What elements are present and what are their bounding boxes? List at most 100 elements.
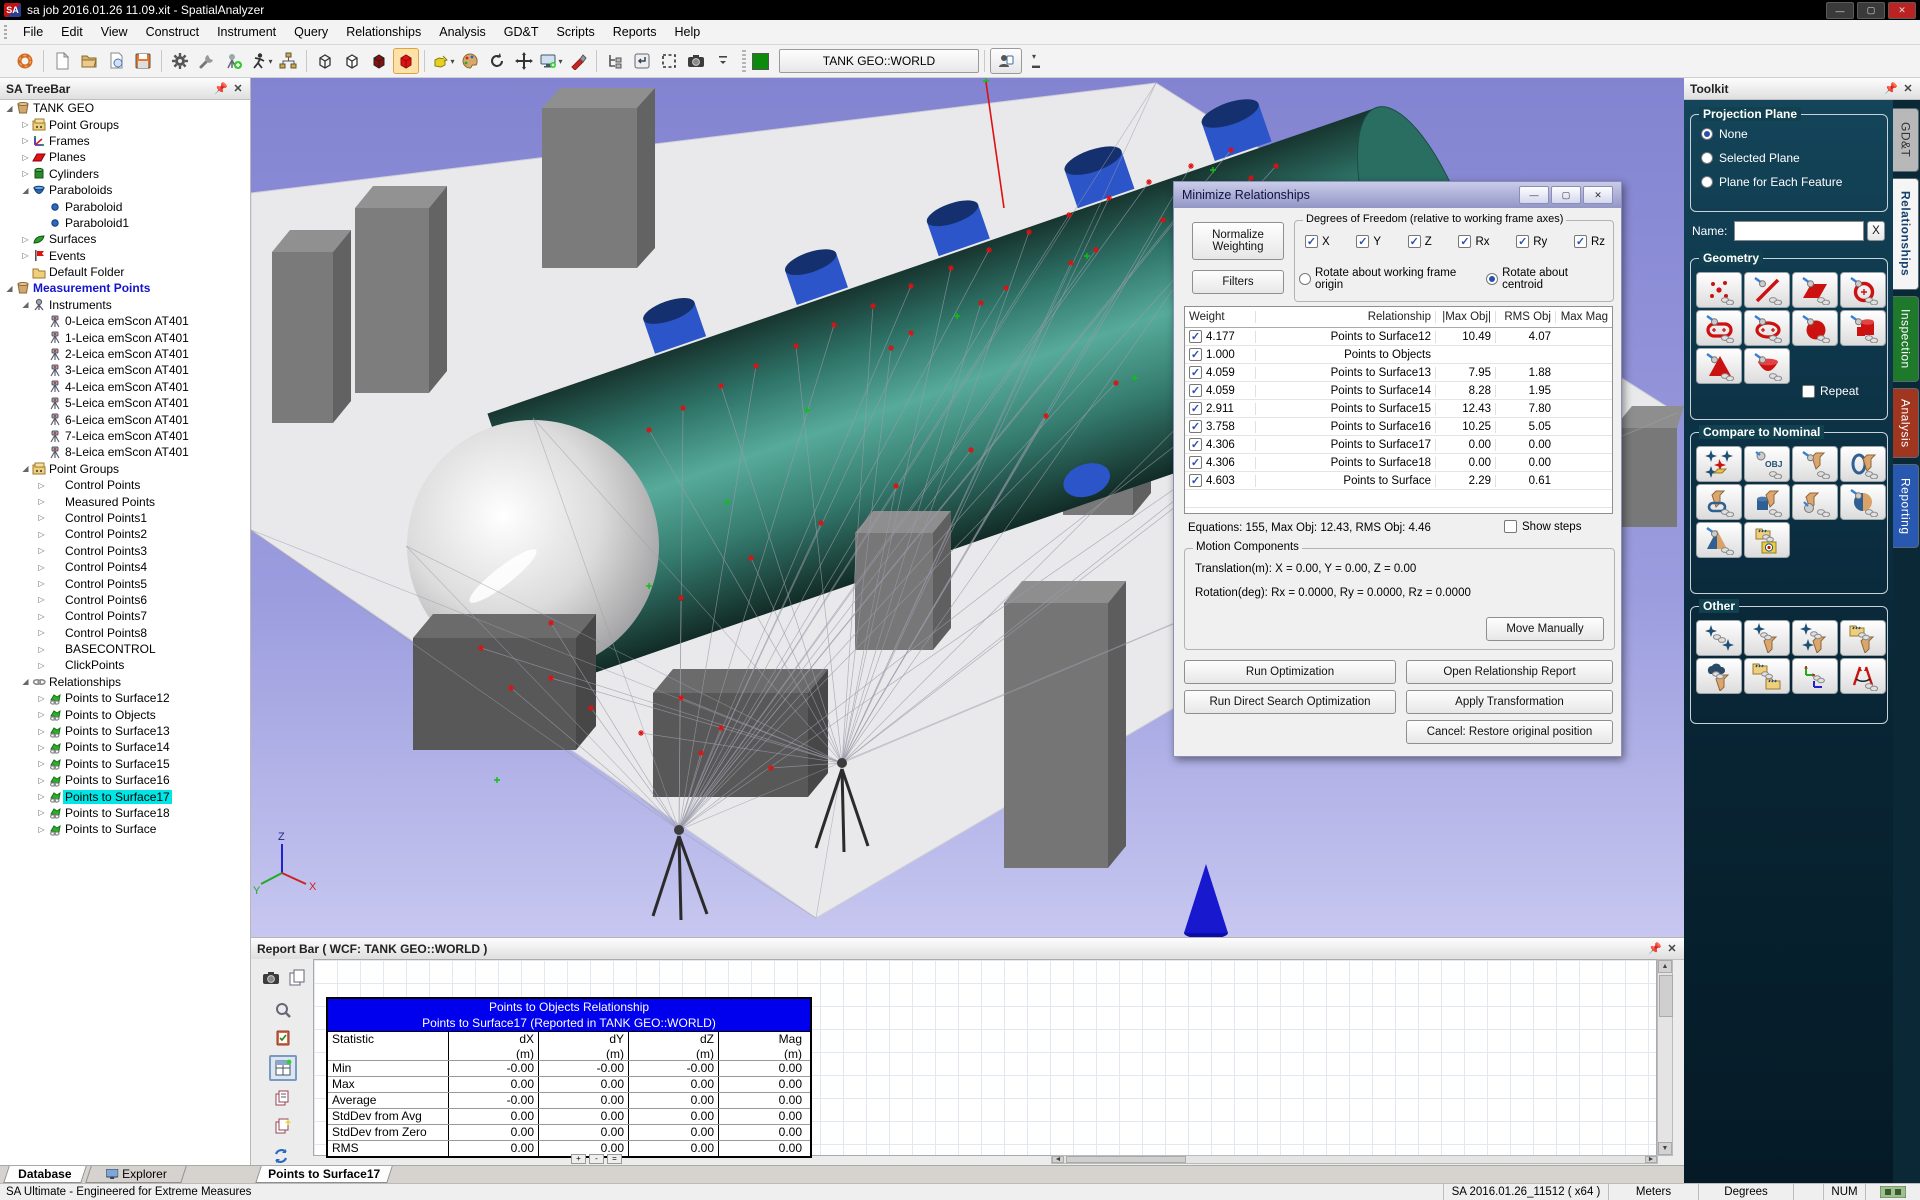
fit-circle-button[interactable] — [1840, 272, 1886, 308]
addinst-toolbar-button[interactable] — [221, 48, 247, 74]
zoomfit-toolbar-button[interactable]: ▾ — [430, 48, 456, 74]
menu-gdt[interactable]: GD&T — [495, 21, 548, 43]
tree-item-point-groups[interactable]: ▷Point Groups — [0, 116, 250, 132]
tree-expand-arrow[interactable]: ▷ — [36, 792, 47, 801]
tree-item-8-leica-emscon-at401[interactable]: 8-Leica emScon AT401 — [0, 444, 250, 460]
wrench-toolbar-button[interactable] — [194, 48, 220, 74]
tree-item-points-to-surface17[interactable]: ▷Points to Surface17 — [0, 788, 250, 804]
points-to-surface-rel-button[interactable] — [1792, 620, 1838, 656]
fit-points-button[interactable] — [1696, 272, 1742, 308]
user-profile-button[interactable] — [990, 48, 1022, 74]
sphere-to-nominal-button[interactable] — [1840, 484, 1886, 520]
circle-to-nominal-button[interactable] — [1840, 446, 1886, 482]
tree-item-points-to-objects[interactable]: ▷Points to Objects — [0, 706, 250, 722]
tree-item-4-leica-emscon-at401[interactable]: 4-Leica emScon AT401 — [0, 379, 250, 395]
gear-toolbar-button[interactable] — [167, 48, 193, 74]
tree-item-0-leica-emscon-at401[interactable]: 0-Leica emScon AT401 — [0, 313, 250, 329]
projection-selected-plane-radio-row[interactable]: Selected Plane — [1701, 151, 1800, 165]
tree-item-basecontrol[interactable]: ▷BASECONTROL — [0, 641, 250, 657]
weight-table-row[interactable]: ✓4.306Points to Surface170.000.00 — [1185, 436, 1612, 454]
fit-cone-button[interactable] — [1696, 348, 1742, 384]
tree-expand-arrow[interactable]: ▷ — [36, 579, 47, 588]
frame-to-frame-rel-button[interactable] — [1792, 658, 1838, 694]
pan-toolbar-button[interactable] — [511, 48, 537, 74]
toolkit-tab-analysis[interactable]: Analysis — [1893, 388, 1919, 458]
status-angles[interactable]: Degrees — [1698, 1184, 1793, 1200]
menu-view[interactable]: View — [92, 21, 137, 43]
rotate-centroid-radio[interactable] — [1486, 273, 1498, 285]
tree-expand-arrow[interactable]: ▷ — [36, 727, 47, 736]
tree-expand-arrow[interactable]: ▷ — [36, 481, 47, 490]
tree-item-control-points6[interactable]: ▷Control Points6 — [0, 592, 250, 608]
maximize-window-button[interactable]: ▢ — [1857, 2, 1885, 19]
dof-y-row[interactable]: ✓Y — [1356, 235, 1381, 248]
tree-expand-arrow[interactable]: ▷ — [20, 235, 31, 244]
tree-expand-arrow[interactable]: ▷ — [36, 776, 47, 785]
cubewire-toolbar-button[interactable] — [312, 48, 338, 74]
menu-edit[interactable]: Edit — [52, 21, 92, 43]
group-to-surface-rel-button[interactable] — [1840, 620, 1886, 656]
move-manually-button[interactable]: Move Manually — [1486, 617, 1604, 641]
tree-item-planes[interactable]: ▷Planes — [0, 149, 250, 165]
fit-line-button[interactable] — [1744, 272, 1790, 308]
tree-item-paraboloids[interactable]: ◢Paraboloids — [0, 182, 250, 198]
tab-explorer[interactable]: Explorer — [85, 1166, 187, 1183]
weight-table-row[interactable]: ✓2.911Points to Surface1512.437.80 — [1185, 400, 1612, 418]
tree-item-points-to-surface16[interactable]: ▷Points to Surface16 — [0, 772, 250, 788]
working-frame-combo[interactable]: TANK GEO::WORLD — [779, 49, 979, 73]
display-toolbar-button[interactable]: ▾ — [538, 48, 564, 74]
points-to-surface-button[interactable] — [1792, 446, 1838, 482]
minimize-window-button[interactable]: — — [1826, 2, 1854, 19]
report-camera-button[interactable] — [259, 967, 283, 989]
tree-item-6-leica-emscon-at401[interactable]: 6-Leica emScon AT401 — [0, 411, 250, 427]
dof-rz-checkbox[interactable]: ✓ — [1574, 235, 1587, 248]
dialog-close-button[interactable]: ✕ — [1583, 186, 1613, 204]
dialog-minimize-button[interactable]: — — [1519, 186, 1549, 204]
compare-points-to-points-button[interactable] — [1696, 446, 1742, 482]
name-input[interactable] — [1734, 221, 1864, 241]
vector-angle-rel-button[interactable] — [1840, 658, 1886, 694]
tree-item-5-leica-emscon-at401[interactable]: 5-Leica emScon AT401 — [0, 395, 250, 411]
tree-expand-arrow[interactable]: ◢ — [20, 464, 31, 473]
rotate-toolbar-button[interactable] — [484, 48, 510, 74]
tree-expand-arrow[interactable]: ◢ — [20, 677, 31, 686]
weight-table-row[interactable]: ✓4.059Points to Surface148.281.95 — [1185, 382, 1612, 400]
fit-cylinder-button[interactable] — [1840, 310, 1886, 346]
relationship-enabled-checkbox[interactable]: ✓ — [1189, 474, 1202, 487]
report-canvas[interactable]: Points to Objects Relationship Points to… — [313, 959, 1657, 1156]
tree-expand-arrow[interactable]: ▷ — [36, 694, 47, 703]
tree-item-point-groups[interactable]: ◢Point Groups — [0, 461, 250, 477]
relationship-enabled-checkbox[interactable]: ✓ — [1189, 420, 1202, 433]
fit-sphere-button[interactable] — [1792, 310, 1838, 346]
tree-expand-arrow[interactable]: ▷ — [36, 710, 47, 719]
repeat-checkbox-row[interactable]: Repeat — [1802, 384, 1859, 398]
run-optimization-button[interactable]: Run Optimization — [1184, 660, 1396, 684]
close-window-button[interactable]: ✕ — [1888, 2, 1916, 19]
tree-item-events[interactable]: ▷Events — [0, 248, 250, 264]
tree-item-relationships[interactable]: ◢Relationships — [0, 674, 250, 690]
cloud-to-surface-rel-button[interactable] — [1696, 658, 1742, 694]
tree-item-control-points4[interactable]: ▷Control Points4 — [0, 559, 250, 575]
toolbar-overflow[interactable]: ▾▬ — [1023, 48, 1049, 74]
report-copy-button[interactable] — [285, 967, 309, 989]
weight-table-row[interactable]: ✓1.000Points to Objects — [1185, 346, 1612, 364]
tree-expand-arrow[interactable]: ▷ — [36, 546, 47, 555]
weight-table-row[interactable]: ✓4.059Points to Surface137.951.88 — [1185, 364, 1612, 382]
treebar-pin-icon[interactable]: 📌 — [214, 82, 226, 95]
normalize-weighting-button[interactable]: Normalize Weighting — [1192, 222, 1284, 260]
toolkit-tab-reporting[interactable]: Reporting — [1893, 464, 1919, 548]
palette-toolbar-button[interactable] — [457, 48, 483, 74]
cone-to-nominal-button[interactable] — [1696, 522, 1742, 558]
dof-x-row[interactable]: ✓X — [1305, 235, 1330, 248]
tree-expand-arrow[interactable]: ▷ — [36, 759, 47, 768]
group-to-group-rel-button[interactable] — [1744, 658, 1790, 694]
fit-ellipse-button[interactable] — [1744, 310, 1790, 346]
tree-expand-arrow[interactable]: ▷ — [36, 825, 47, 834]
tree-item-3-leica-emscon-at401[interactable]: 3-Leica emScon AT401 — [0, 362, 250, 378]
dialog-maximize-button[interactable]: ▢ — [1551, 186, 1581, 204]
tree-expand-arrow[interactable]: ▷ — [20, 120, 31, 129]
tree-item-measurement-points[interactable]: ◢Measurement Points — [0, 280, 250, 296]
weight-table-column-header[interactable]: Relationship — [1255, 311, 1435, 323]
tree-item-surfaces[interactable]: ▷Surfaces — [0, 231, 250, 247]
open-toolbar-button[interactable] — [76, 48, 102, 74]
